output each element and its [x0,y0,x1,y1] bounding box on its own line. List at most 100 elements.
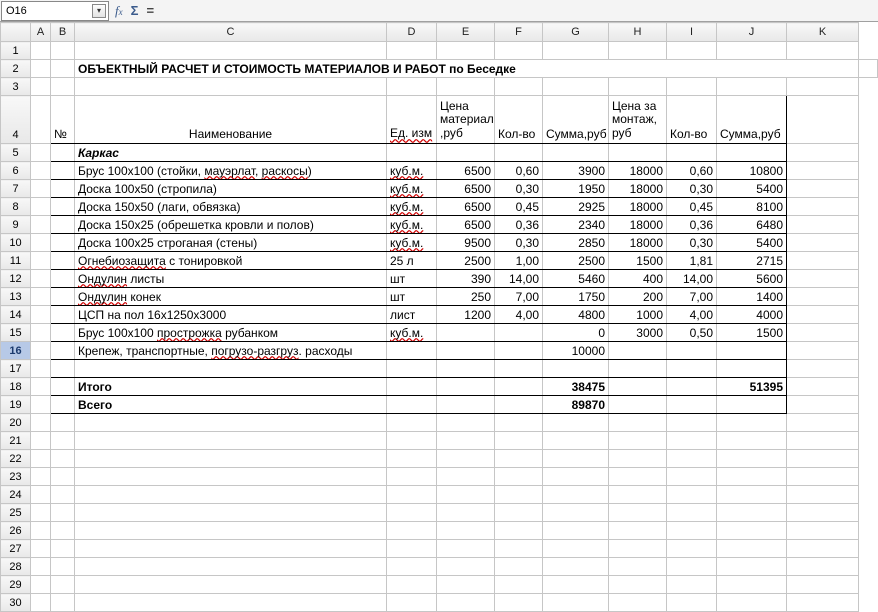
data-qty2[interactable]: 14,00 [667,270,717,288]
data-qty2[interactable]: 4,00 [667,306,717,324]
cell[interactable] [387,504,437,522]
data-price-mount[interactable]: 18000 [609,180,667,198]
cell[interactable] [437,504,495,522]
cell[interactable] [667,468,717,486]
cell[interactable] [787,360,859,378]
data-unit-cell[interactable]: шт [387,270,437,288]
col-header[interactable]: I [667,23,717,42]
cell[interactable] [31,342,51,360]
cell[interactable] [495,414,543,432]
cell[interactable] [75,42,387,60]
hdr-name[interactable]: Наименование [75,96,387,144]
cell[interactable] [51,144,75,162]
cell[interactable] [387,468,437,486]
cell[interactable] [31,468,51,486]
row-header[interactable]: 20 [1,414,31,432]
row-header[interactable]: 16 [1,342,31,360]
cell[interactable] [787,198,859,216]
cell[interactable] [717,558,787,576]
hdr-sum2[interactable]: Сумма,руб [717,96,787,144]
cell[interactable] [609,378,667,396]
data-price-mat[interactable] [437,342,495,360]
row-header[interactable]: 23 [1,468,31,486]
cell[interactable] [495,360,543,378]
cell[interactable] [31,78,51,96]
cell[interactable] [667,396,717,414]
cell[interactable] [31,450,51,468]
cell[interactable] [787,594,859,612]
cell[interactable] [787,450,859,468]
data-sum2[interactable]: 6480 [717,216,787,234]
data-price-mount[interactable]: 3000 [609,324,667,342]
data-name-cell[interactable]: ЦСП на пол 16х1250х3000 [75,306,387,324]
cell[interactable] [787,414,859,432]
cell[interactable] [75,450,387,468]
cell[interactable] [495,450,543,468]
data-qty2[interactable]: 1,81 [667,252,717,270]
row-header[interactable]: 28 [1,558,31,576]
cell[interactable] [495,432,543,450]
cell[interactable] [495,594,543,612]
data-qty1[interactable]: 14,00 [495,270,543,288]
cell[interactable] [717,414,787,432]
cell[interactable] [495,78,543,96]
row-header[interactable]: 25 [1,504,31,522]
cell[interactable] [609,522,667,540]
cell[interactable] [51,414,75,432]
row-header[interactable]: 11 [1,252,31,270]
cell[interactable] [787,162,859,180]
data-name-cell[interactable]: Ондулин листы [75,270,387,288]
cell[interactable] [609,540,667,558]
cell[interactable] [787,42,859,60]
cell[interactable] [31,324,51,342]
cell[interactable] [667,558,717,576]
cell[interactable] [51,42,75,60]
data-unit-cell[interactable]: куб.м. [387,216,437,234]
cell[interactable] [543,540,609,558]
data-price-mat[interactable]: 2500 [437,252,495,270]
cell[interactable] [667,450,717,468]
data-sum1[interactable]: 4800 [543,306,609,324]
data-price-mount[interactable]: 1500 [609,252,667,270]
cell[interactable] [609,360,667,378]
equals-icon[interactable]: = [146,3,154,18]
data-price-mat[interactable]: 6500 [437,162,495,180]
cell[interactable] [387,378,437,396]
cell[interactable] [667,522,717,540]
cell[interactable] [787,432,859,450]
row-header[interactable]: 13 [1,288,31,306]
cell[interactable] [387,522,437,540]
hdr-unit[interactable]: Ед. изм [387,96,437,144]
cell[interactable] [51,60,75,78]
name-box[interactable]: O16 ▾ [1,1,109,21]
vsego-g[interactable]: 89870 [543,396,609,414]
cell[interactable] [75,522,387,540]
vsego-label[interactable]: Всего [75,396,387,414]
data-price-mount[interactable]: 200 [609,288,667,306]
cell[interactable] [495,558,543,576]
data-qty1[interactable]: 0,36 [495,216,543,234]
cell[interactable] [543,78,609,96]
data-price-mount[interactable]: 18000 [609,216,667,234]
cell[interactable] [387,576,437,594]
data-price-mat[interactable]: 250 [437,288,495,306]
row-header[interactable]: 19 [1,396,31,414]
cell[interactable] [717,396,787,414]
cell[interactable] [787,396,859,414]
cell[interactable] [543,504,609,522]
data-sum1[interactable]: 2850 [543,234,609,252]
row-header[interactable]: 30 [1,594,31,612]
cell[interactable] [609,486,667,504]
sigma-icon[interactable]: Σ [131,3,139,18]
data-unit-cell[interactable]: лист [387,306,437,324]
cell[interactable] [51,342,75,360]
cell[interactable] [31,288,51,306]
itogo-g[interactable]: 38475 [543,378,609,396]
cell[interactable] [75,504,387,522]
cell[interactable] [667,576,717,594]
cell[interactable] [31,576,51,594]
hdr-sum1[interactable]: Сумма,руб [543,96,609,144]
cell[interactable] [495,522,543,540]
cell[interactable] [51,396,75,414]
data-qty2[interactable]: 0,60 [667,162,717,180]
